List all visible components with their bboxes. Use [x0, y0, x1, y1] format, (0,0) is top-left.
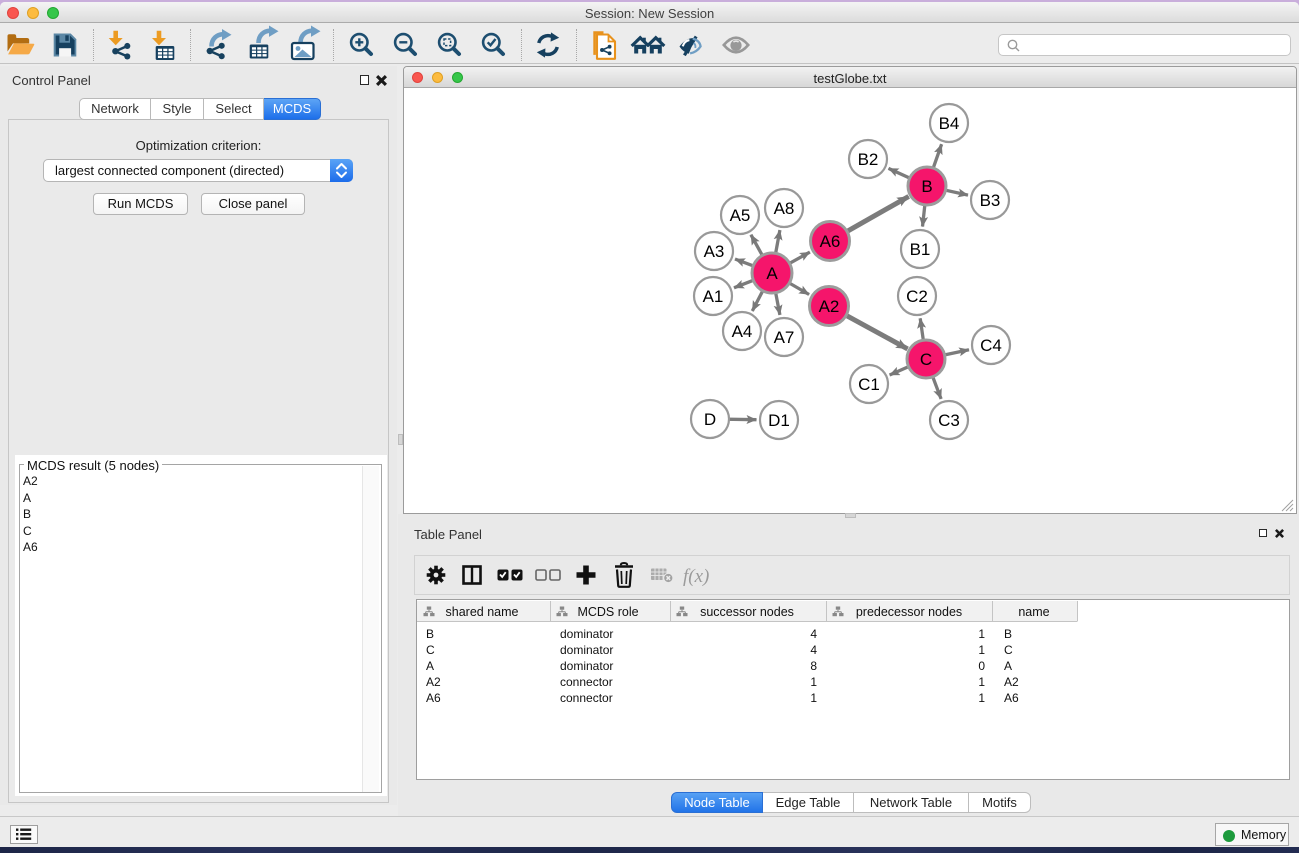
svg-text:A7: A7 — [774, 328, 795, 347]
svg-text:C: C — [1004, 643, 1013, 657]
svg-text:C4: C4 — [980, 336, 1002, 355]
svg-text:A2: A2 — [1004, 675, 1019, 689]
svg-text:A: A — [766, 264, 778, 283]
svg-text:B: B — [426, 627, 434, 641]
svg-text:A8: A8 — [774, 199, 795, 218]
svg-text:A2: A2 — [819, 297, 840, 316]
svg-text:successor nodes: successor nodes — [700, 605, 794, 619]
svg-text:A6: A6 — [426, 691, 441, 705]
svg-text:connector: connector — [560, 675, 613, 689]
svg-text:A1: A1 — [703, 287, 724, 306]
svg-text:1: 1 — [810, 675, 817, 689]
svg-text:B: B — [921, 177, 932, 196]
svg-text:1: 1 — [978, 627, 985, 641]
svg-text:0: 0 — [978, 659, 985, 673]
svg-text:B1: B1 — [910, 240, 931, 259]
svg-text:C2: C2 — [906, 287, 928, 306]
svg-text:A5: A5 — [730, 206, 751, 225]
svg-text:shared name: shared name — [446, 605, 519, 619]
svg-text:A6: A6 — [1004, 691, 1019, 705]
svg-text:dominator: dominator — [560, 627, 613, 641]
svg-text:predecessor nodes: predecessor nodes — [856, 605, 962, 619]
svg-text:C3: C3 — [938, 411, 960, 430]
svg-text:connector: connector — [560, 691, 613, 705]
svg-text:dominator: dominator — [560, 643, 613, 657]
svg-text:1: 1 — [978, 643, 985, 657]
svg-text:C1: C1 — [858, 375, 880, 394]
svg-text:A3: A3 — [704, 242, 725, 261]
svg-text:B: B — [1004, 627, 1012, 641]
svg-text:D: D — [704, 410, 716, 429]
svg-text:C: C — [426, 643, 435, 657]
svg-text:4: 4 — [810, 627, 817, 641]
svg-text:C: C — [920, 350, 932, 369]
svg-text:4: 4 — [810, 643, 817, 657]
svg-text:8: 8 — [810, 659, 817, 673]
svg-text:B2: B2 — [858, 150, 879, 169]
svg-text:name: name — [1018, 605, 1049, 619]
svg-text:D1: D1 — [768, 411, 790, 430]
svg-text:MCDS role: MCDS role — [577, 605, 638, 619]
svg-text:1: 1 — [810, 691, 817, 705]
svg-text:dominator: dominator — [560, 659, 613, 673]
svg-text:A: A — [426, 659, 434, 673]
svg-text:f(x): f(x) — [683, 566, 709, 587]
svg-text:A4: A4 — [732, 322, 753, 341]
svg-text:B3: B3 — [980, 191, 1001, 210]
svg-text:A6: A6 — [820, 232, 841, 251]
svg-text:A2: A2 — [426, 675, 441, 689]
svg-text:B4: B4 — [939, 114, 960, 133]
svg-text:1: 1 — [978, 675, 985, 689]
svg-text:1: 1 — [978, 691, 985, 705]
svg-text:A: A — [1004, 659, 1012, 673]
